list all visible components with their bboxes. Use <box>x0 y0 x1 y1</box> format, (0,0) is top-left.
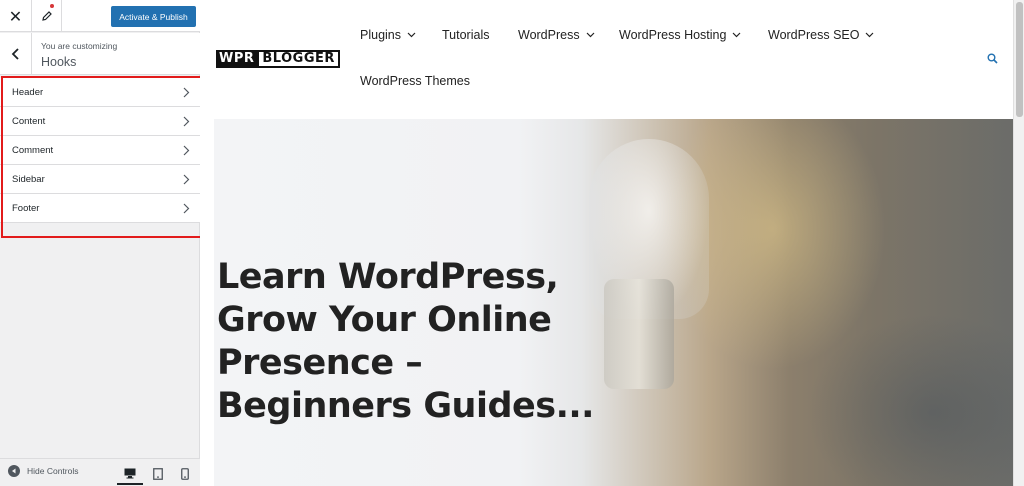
lightbulb-base-image <box>604 279 674 389</box>
customizer-sidebar: ✕ Activate & Publish You are customizing… <box>0 0 200 486</box>
section-content[interactable]: Content <box>0 107 200 136</box>
tablet-icon[interactable] <box>145 463 171 485</box>
chevron-down-icon <box>733 32 741 38</box>
chevron-right-icon <box>183 203 190 214</box>
section-footer[interactable]: Footer <box>0 194 200 223</box>
panel-title: Hooks <box>41 55 77 69</box>
nav-label: WordPress Themes <box>360 74 470 88</box>
customizer-header: ✕ Activate & Publish <box>0 0 200 32</box>
nav-wordpress[interactable]: WordPress <box>518 28 595 42</box>
edit-pencil-icon[interactable] <box>32 0 62 32</box>
panel-header: You are customizing Hooks <box>0 33 200 75</box>
scrollbar-thumb[interactable] <box>1016 2 1023 117</box>
hooks-section-list: Header Content Comment Sidebar Footer <box>0 78 200 223</box>
desktop-icon[interactable] <box>117 463 143 485</box>
nav-plugins[interactable]: Plugins <box>360 28 416 42</box>
section-header[interactable]: Header <box>0 78 200 107</box>
notification-dot <box>50 4 54 8</box>
chevron-down-icon <box>586 32 595 38</box>
site-preview: WPR BLOGGER Plugins Tutorials WordPress … <box>200 0 1024 486</box>
collapse-arrow-icon <box>8 465 20 477</box>
nav-wordpress-themes[interactable]: WordPress Themes <box>360 74 470 88</box>
activate-publish-button[interactable]: Activate & Publish <box>111 6 196 27</box>
nav-tutorials[interactable]: Tutorials <box>442 28 489 42</box>
chevron-down-icon <box>866 32 874 38</box>
section-comment[interactable]: Comment <box>0 136 200 165</box>
nav-label: WordPress SEO <box>768 28 860 42</box>
section-label: Sidebar <box>12 173 45 185</box>
site-logo[interactable]: WPR BLOGGER <box>216 50 340 68</box>
section-label: Header <box>12 86 44 98</box>
back-arrow-icon[interactable] <box>0 33 32 75</box>
nav-label: WordPress Hosting <box>619 28 727 42</box>
chevron-right-icon <box>183 87 190 98</box>
chevron-down-icon <box>407 32 416 38</box>
logo-wpr-text: WPR <box>216 50 258 68</box>
mobile-icon[interactable] <box>172 463 198 485</box>
preview-scrollbar[interactable] <box>1013 0 1024 486</box>
chevron-right-icon <box>183 174 190 185</box>
hero-title: Learn WordPress, Grow Your Online Presen… <box>217 257 594 426</box>
search-icon[interactable] <box>987 53 998 64</box>
nav-label: WordPress <box>518 28 580 42</box>
nav-wordpress-seo[interactable]: WordPress SEO <box>768 28 874 42</box>
customizing-label: You are customizing <box>41 41 118 51</box>
section-label: Comment <box>12 144 54 156</box>
nav-label: Plugins <box>360 28 401 42</box>
nav-label: Tutorials <box>442 28 490 42</box>
hide-controls-button[interactable]: Hide Controls <box>8 465 79 477</box>
section-label: Content <box>12 115 46 127</box>
chevron-right-icon <box>183 145 190 156</box>
nav-wordpress-hosting[interactable]: WordPress Hosting <box>619 28 741 42</box>
close-icon[interactable]: ✕ <box>0 0 32 32</box>
section-sidebar[interactable]: Sidebar <box>0 165 200 194</box>
hide-controls-label: Hide Controls <box>27 466 79 476</box>
customizer-footer: Hide Controls <box>0 458 200 486</box>
chevron-right-icon <box>183 116 190 127</box>
section-label: Footer <box>12 202 40 214</box>
hero-banner: Learn WordPress, Grow Your Online Presen… <box>214 119 1013 486</box>
logo-blogger-text: BLOGGER <box>257 50 340 68</box>
